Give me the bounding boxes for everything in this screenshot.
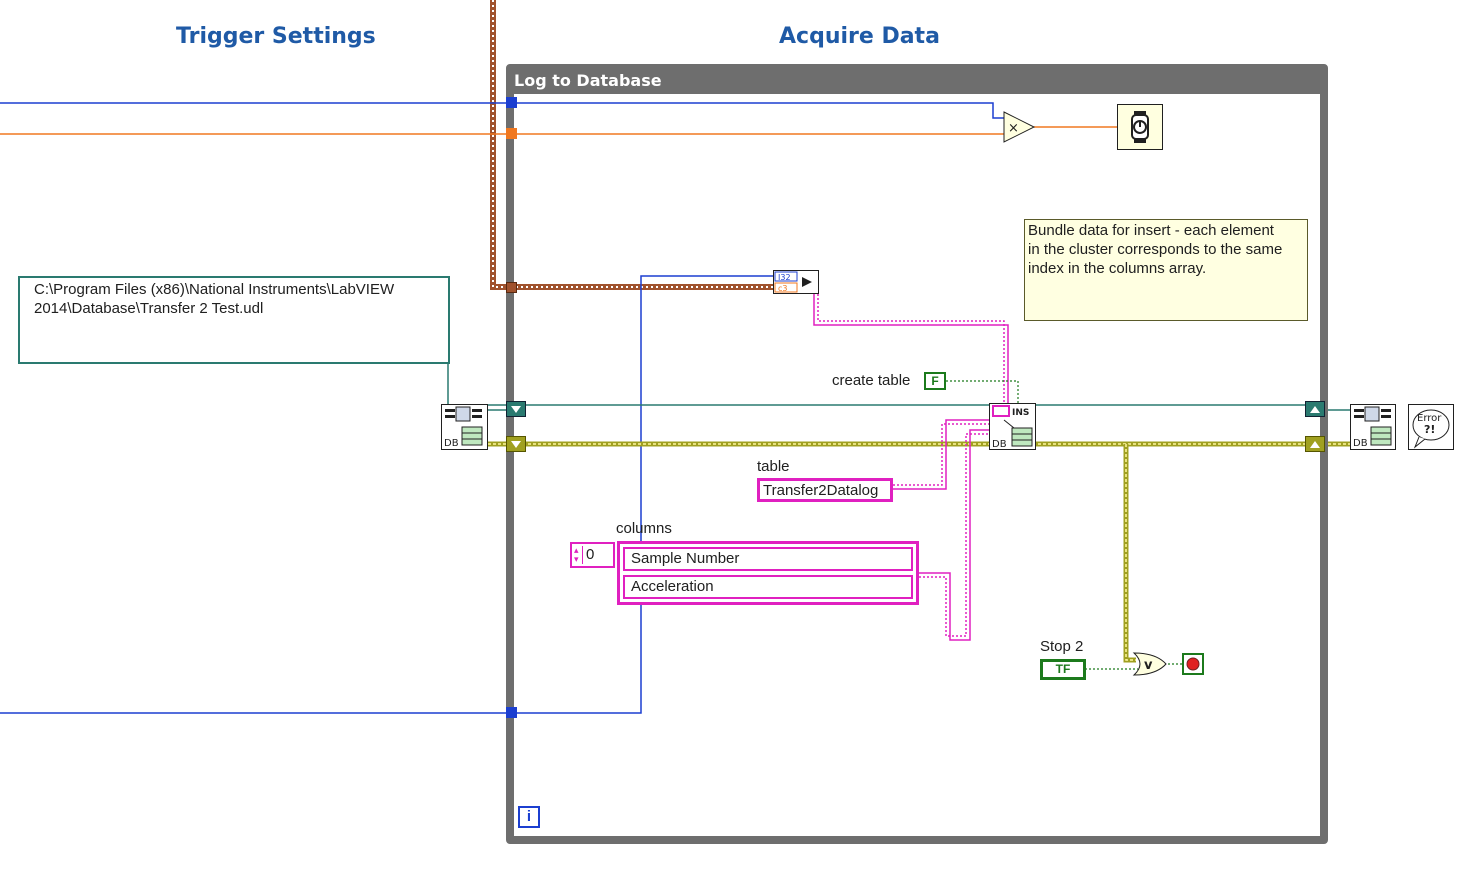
comment-line-3: index in the columns array. (1028, 260, 1207, 277)
simple-error-handler-node[interactable]: Error ?! (1408, 404, 1454, 450)
table-name-constant[interactable]: Transfer2Datalog (757, 478, 893, 502)
db-open-connection-icon: DB (444, 406, 483, 449)
wait-ms-icon (1131, 111, 1149, 143)
bundle-node[interactable]: I32 c3 (773, 270, 819, 294)
bundle-icon: I32 c3 (774, 271, 812, 293)
svg-text:DB: DB (444, 438, 459, 449)
comment-line-1: Bundle data for insert - each element (1028, 222, 1274, 239)
db-insert-data-icon: INS DB (992, 405, 1033, 450)
index-stepper-icon[interactable]: ▴ ▾ (574, 546, 583, 564)
cluster-tunnel[interactable] (506, 282, 517, 293)
section-title-trigger-settings: Trigger Settings (176, 24, 376, 49)
refnum-shift-register-right[interactable] (1305, 401, 1325, 417)
db-insert-data-node[interactable]: INS DB (989, 403, 1036, 450)
float-tunnel[interactable] (506, 128, 517, 139)
columns-array-element[interactable]: Acceleration (623, 575, 913, 599)
svg-text:?!: ?! (1424, 423, 1435, 436)
udl-path-constant[interactable]: C:\Program Files (x86)\National Instrume… (18, 276, 450, 364)
columns-array-element[interactable]: Sample Number (623, 547, 913, 571)
svg-text:INS: INS (1012, 408, 1029, 418)
svg-text:DB: DB (1353, 438, 1368, 449)
create-table-constant[interactable]: F (924, 372, 946, 390)
db-open-connection-node[interactable]: DB (441, 404, 488, 450)
loop-subdiagram-label[interactable]: Log to Database (514, 71, 662, 90)
error-shift-register-left[interactable] (506, 436, 526, 452)
columns-index-value: 0 (586, 546, 595, 563)
section-title-acquire-data: Acquire Data (779, 24, 940, 49)
loop-stop-terminal[interactable] (1182, 653, 1204, 675)
comment-line-2: in the cluster corresponds to the same (1028, 241, 1283, 258)
numeric-tunnel-top[interactable] (506, 97, 517, 108)
triangle-down-icon (511, 441, 521, 448)
triangle-up-icon (1310, 406, 1320, 413)
while-loop-frame[interactable] (506, 64, 1328, 844)
stop-terminal-icon (1186, 657, 1200, 671)
table-label: table (757, 458, 790, 475)
iteration-terminal[interactable]: i (518, 806, 540, 828)
simple-error-handler-icon: Error ?! (1412, 409, 1450, 449)
stop-control-value: TF (1055, 662, 1071, 676)
stop-control-label: Stop 2 (1040, 638, 1084, 655)
numeric-tunnel-bottom[interactable] (506, 707, 517, 718)
svg-text:c3: c3 (778, 284, 788, 293)
create-table-label: create table (832, 372, 911, 389)
path-line-1: C:\Program Files (x86)\National Instrume… (34, 281, 395, 298)
wait-ms-node[interactable] (1117, 104, 1163, 150)
stop-control-terminal[interactable]: TF (1040, 659, 1086, 680)
error-shift-register-right[interactable] (1305, 436, 1325, 452)
refnum-shift-register-left[interactable] (506, 401, 526, 417)
db-close-connection-node[interactable]: DB (1350, 404, 1396, 450)
triangle-down-icon (511, 406, 521, 413)
columns-array-index[interactable]: ▴ ▾ 0 (570, 542, 615, 568)
svg-text:I32: I32 (778, 273, 791, 282)
db-close-connection-icon: DB (1353, 406, 1392, 449)
columns-array-constant[interactable]: Sample Number Acceleration (617, 541, 919, 605)
triangle-up-icon (1310, 441, 1320, 448)
path-line-2: 2014\Database\Transfer 2 Test.udl (34, 300, 264, 317)
comment-label: Bundle data for insert - each element in… (1024, 219, 1308, 321)
columns-label: columns (616, 520, 672, 537)
svg-text:DB: DB (992, 439, 1007, 449)
